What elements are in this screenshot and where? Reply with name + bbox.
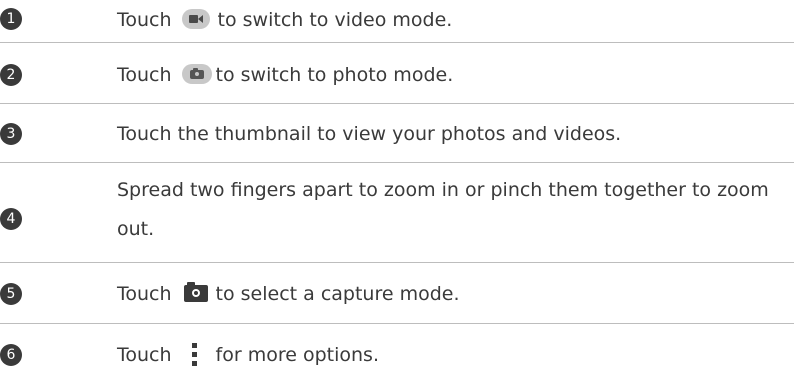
step-row-5: 5 Touch to select a capture mode. [0,263,794,322]
step-text-before: Touch [117,64,172,86]
step-text: Touch for more options. [117,336,794,374]
step-number-badge: 4 [0,208,22,230]
video-camera-icon [181,8,210,29]
step-text: Touch to select a capture mode. [117,275,794,313]
step-number-badge: 3 [0,123,22,145]
step-number-badge: 1 [0,8,22,30]
step-row-4: 4 Spread two fingers apart to zoom in or… [0,163,794,261]
step-text-after: for more options. [215,344,379,366]
step-text-before: Touch [117,283,172,305]
step-text: Spread two fingers apart to zoom in or p… [117,179,769,240]
step-text-after: to switch to photo mode. [215,64,454,86]
step-number-badge: 5 [0,283,22,305]
step-text-before: Touch [117,9,172,31]
photo-camera-icon [181,63,212,84]
step-row-2: 2 Touch to switch to photo mode. [0,43,794,102]
step-text-after: to switch to video mode. [217,9,453,31]
step-number-badge: 6 [0,344,22,366]
step-text-after: to select a capture mode. [215,283,460,305]
step-text: Touch to switch to photo mode. [117,56,794,94]
step-text: Touch the thumbnail to view your photos … [117,123,622,145]
step-row-3: 3 Touch the thumbnail to view your photo… [0,104,794,161]
step-text: Touch to switch to video mode. [117,1,794,39]
step-row-1: 1 Touch to switch to video mode. [0,0,794,42]
capture-mode-camera-icon [183,281,208,302]
step-text-before: Touch [117,344,172,366]
step-number-badge: 2 [0,64,22,86]
more-options-icon [191,342,198,367]
step-row-6: 6 Touch for more options. [0,324,794,368]
